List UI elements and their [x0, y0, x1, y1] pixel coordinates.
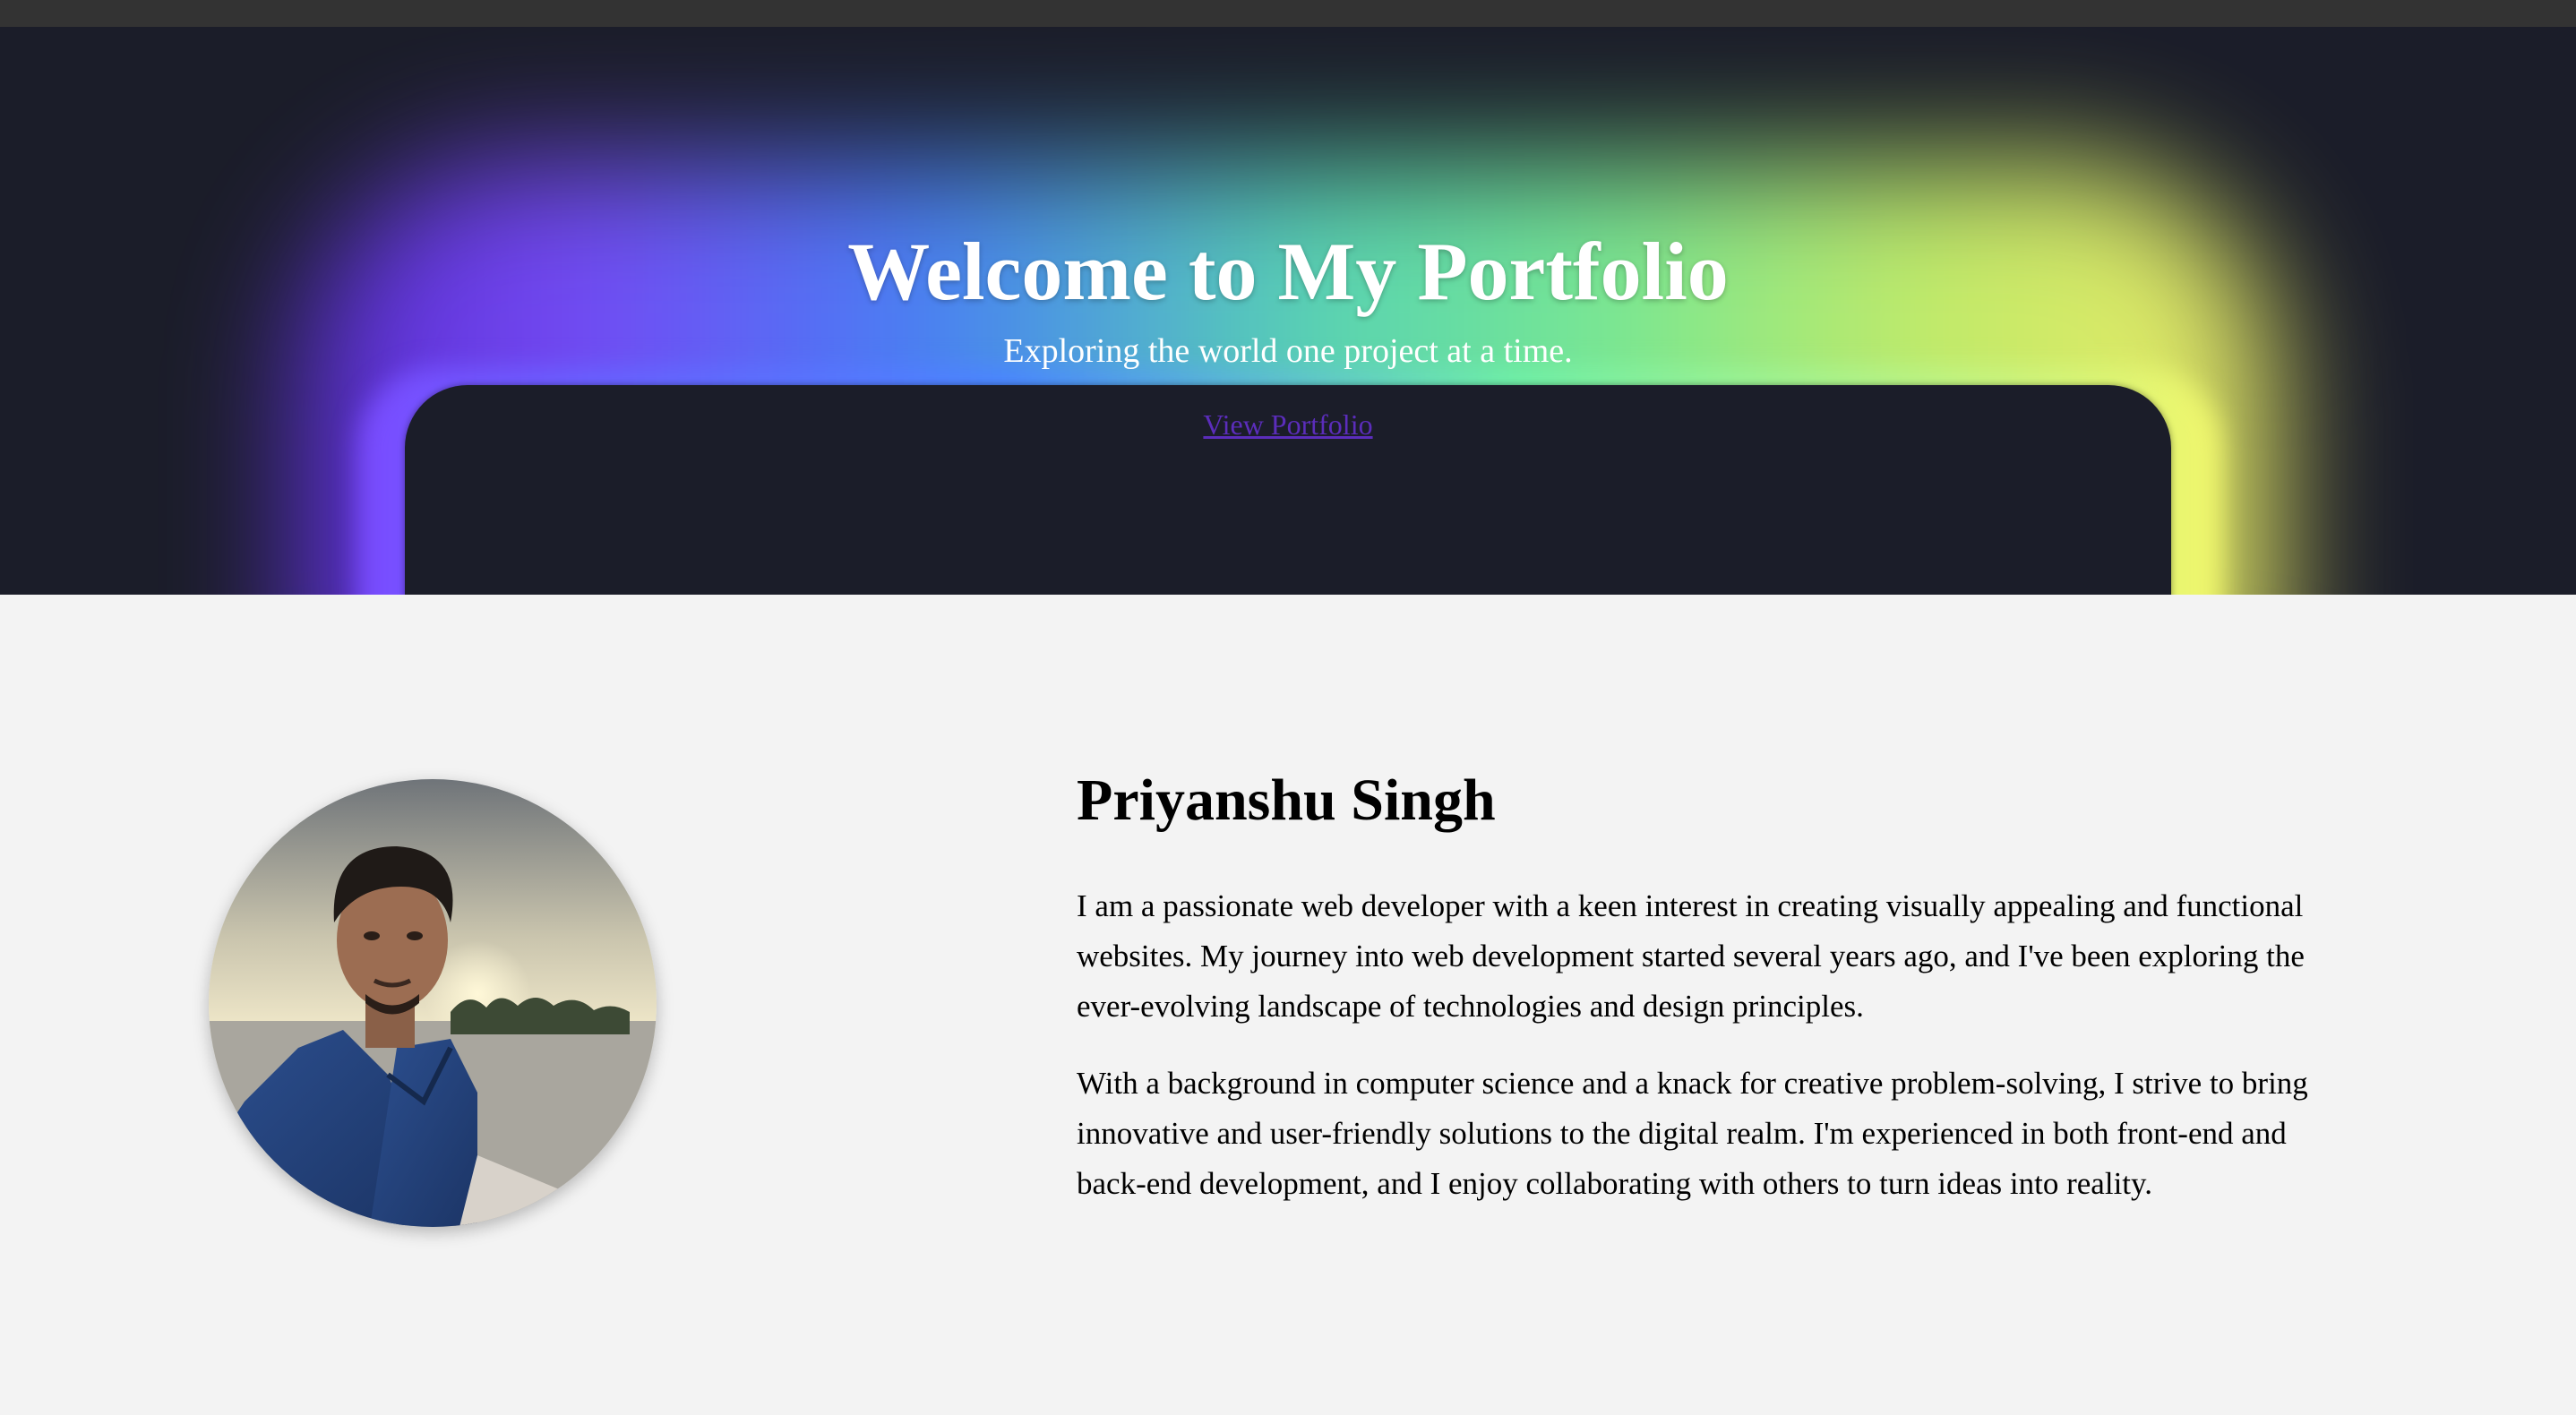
hero-cta-wrapper: View Portfolio: [0, 408, 2576, 442]
about-name-heading: Priyanshu Singh: [1077, 768, 1496, 833]
profile-photo: [209, 779, 657, 1227]
hero-title: Welcome to My Portfolio: [847, 226, 1729, 317]
about-description: I am a passionate web developer with a k…: [1077, 881, 2348, 1236]
view-portfolio-link[interactable]: View Portfolio: [1203, 408, 1372, 441]
about-paragraph: With a background in computer science an…: [1077, 1066, 2308, 1201]
about-section: Priyanshu Singh I am a passionate web de…: [0, 595, 2576, 1415]
browser-top-bar: [0, 0, 2576, 27]
profile-photo-illustration: [209, 779, 657, 1227]
hero-subtitle: Exploring the world one project at a tim…: [1003, 332, 1573, 370]
hero-section: Welcome to My Portfolio Exploring the wo…: [0, 27, 2576, 595]
about-paragraph: I am a passionate web developer with a k…: [1077, 888, 2305, 1024]
